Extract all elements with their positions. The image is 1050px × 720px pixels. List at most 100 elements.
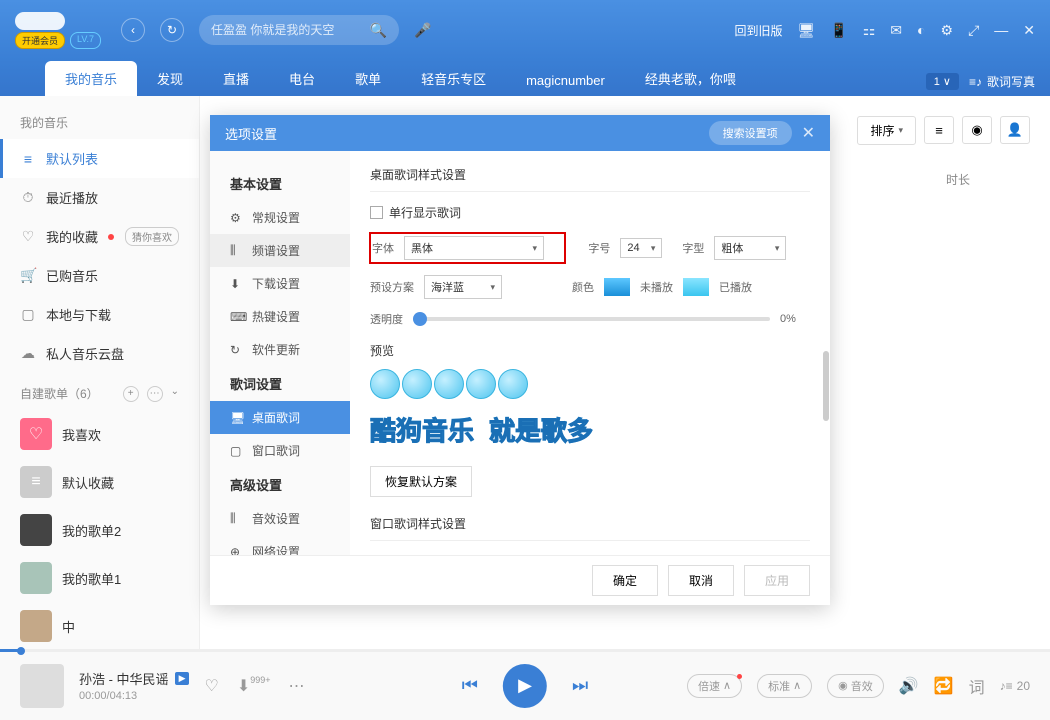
playlist-item-default-fav[interactable]: ≡默认收藏 [0,458,199,506]
playlist-item-2[interactable]: 我的歌单2 [0,506,199,554]
modal-item-window-lyric[interactable]: ▢窗口歌词 [210,434,350,467]
color-played[interactable] [683,278,709,296]
search-icon[interactable]: 🔍 [370,22,387,39]
nav-back-icon[interactable]: ‹ [121,18,145,42]
globe-icon: ⊕ [230,545,244,556]
volume-icon[interactable]: 🔊 [899,676,919,696]
phone-icon[interactable]: 📱 [830,22,847,39]
progress-bar[interactable] [0,649,1050,652]
tab-playlist[interactable]: 歌单 [335,61,401,96]
tab-live[interactable]: 直播 [203,61,269,96]
sound-effect-button[interactable]: ◉音效 [827,674,884,698]
sidebar-section-mymusic: 我的音乐 [0,106,199,139]
font-select[interactable]: 黑体▾ [404,236,544,260]
logo-area: 开通会员 LV.7 [15,12,101,49]
single-line-checkbox[interactable]: 单行显示歌词 [370,204,810,221]
speed-button[interactable]: 倍速∧ [687,674,742,698]
duration-column: 时长 [946,171,970,188]
add-playlist-icon[interactable]: + [123,386,139,402]
tab-discover[interactable]: 发现 [137,61,203,96]
more-icon[interactable]: ⋯ [289,676,305,696]
modal-item-desktop-lyric[interactable]: 🖥桌面歌词 [210,401,350,434]
download-song-icon[interactable]: ⬇999+ [237,676,271,696]
modal-item-hotkey[interactable]: ⌨热键设置 [210,300,350,333]
modal-item-soundfx[interactable]: ⫼音效设置 [210,502,350,535]
color-not-played[interactable] [604,278,630,296]
monitor-icon[interactable]: 🖥 [798,22,816,39]
playlist-item-cn[interactable]: 中 [0,602,199,650]
cancel-button[interactable]: 取消 [668,565,734,596]
vip-badge[interactable]: 开通会员 [15,32,65,49]
modal-content: 桌面歌词样式设置 单行显示歌词 字体 黑体▾ 字号 24▾ 字型 粗体▾ 预设方… [350,151,830,555]
nav-refresh-icon[interactable]: ↻ [160,18,184,42]
close-icon[interactable]: ✕ [1023,22,1035,39]
modal-item-spectrum[interactable]: ⫼频谱设置 [210,234,350,267]
lyric-icon[interactable]: 词 [969,674,985,698]
font-row-highlighted: 字体 黑体▾ [370,233,565,263]
sidebar-item-default-list[interactable]: ≡默认列表 [0,139,199,178]
settings-icon[interactable]: ⚙ [941,22,954,39]
chevron-down-icon[interactable]: ⌄ [171,386,179,402]
modal-item-download[interactable]: ⬇下载设置 [210,267,350,300]
opacity-label: 透明度 [370,311,403,327]
next-button[interactable]: ⏭ [572,675,588,696]
album-art[interactable] [20,664,64,708]
playlist-thumb [20,514,52,546]
player-bar: 孙浩 - 中华民谣▶ 00:00/04:13 ♡ ⬇999+ ⋯ ⏮ ▶ ⏭ 倍… [0,650,1050,720]
mv-badge[interactable]: ▶ [175,672,190,685]
tab-radio[interactable]: 电台 [269,61,335,96]
queue-button[interactable]: ♪≡20 [1000,679,1030,693]
repeat-icon[interactable]: 🔁 [934,676,954,696]
heart-thumb-icon: ♡ [20,418,52,450]
view-user-icon[interactable]: 👤 [1000,116,1030,144]
view-list-icon[interactable]: ≡ [924,116,954,144]
checkbox-icon[interactable] [370,206,383,219]
modal-section-lyric: 歌词设置 [210,366,350,401]
modal-search-input[interactable]: 搜索设置项 [709,121,792,145]
tab-my-music[interactable]: 我的音乐 [45,61,137,96]
size-select[interactable]: 24▾ [620,238,662,258]
tab-magic[interactable]: magicnumber [506,65,625,96]
search-box[interactable]: 🔍 [199,15,399,45]
quality-button[interactable]: 标准∧ [757,674,812,698]
tab-classic[interactable]: 经典老歌，你喂 [625,61,756,96]
search-input[interactable] [211,23,370,37]
apply-button[interactable]: 应用 [744,565,810,596]
ok-button[interactable]: 确定 [592,565,658,596]
restore-default-button[interactable]: 恢复默认方案 [370,466,472,497]
mail-icon[interactable]: ✉ [890,22,902,39]
modal-item-general[interactable]: ⚙常规设置 [210,201,350,234]
prev-button[interactable]: ⏮ [462,675,478,696]
back-old-version[interactable]: 回到旧版 [735,22,783,39]
opacity-slider[interactable] [413,317,770,321]
play-button[interactable]: ▶ [503,664,547,708]
theme-icon[interactable]: ◐ [917,22,925,38]
equalizer-icon: ⫼ [230,511,244,526]
preset-select[interactable]: 海洋蓝▾ [424,275,502,299]
view-disc-icon[interactable]: ◉ [962,116,992,144]
scrollbar-thumb[interactable] [823,351,829,421]
sort-button[interactable]: 排序▾ [857,116,916,145]
sidebar-item-local[interactable]: ▢本地与下载 [0,295,199,334]
more-playlist-icon[interactable]: ⋯ [147,386,163,402]
tab-counter[interactable]: 1 ∨ [926,73,959,90]
playlist-item-1[interactable]: 我的歌单1 [0,554,199,602]
modal-item-update[interactable]: ↻软件更新 [210,333,350,366]
style-select[interactable]: 粗体▾ [714,236,786,260]
modal-close-icon[interactable]: ✕ [802,123,815,143]
modal-item-network[interactable]: ⊕网络设置 [210,535,350,555]
minimize-icon[interactable]: — [994,22,1008,38]
mini-icon[interactable]: ⤢ [968,22,979,39]
sidebar-item-favorites[interactable]: ♡我的收藏猜你喜欢 [0,217,199,256]
tab-lightmusic[interactable]: 轻音乐专区 [401,61,506,96]
slider-thumb[interactable] [413,312,427,326]
guess-you-like[interactable]: 猜你喜欢 [125,227,179,246]
like-icon[interactable]: ♡ [204,676,218,696]
sidebar-item-recent[interactable]: ⏱最近播放 [0,178,199,217]
tab-lyric-photo[interactable]: ≡♪歌词写真 [969,73,1035,90]
playlist-item-like[interactable]: ♡我喜欢 [0,410,199,458]
mic-icon[interactable]: 🎤 [414,22,431,39]
sidebar-item-purchased[interactable]: 🛒已购音乐 [0,256,199,295]
grid-icon[interactable]: ⚏ [863,22,876,39]
sidebar-item-cloud[interactable]: ☁私人音乐云盘 [0,334,199,373]
